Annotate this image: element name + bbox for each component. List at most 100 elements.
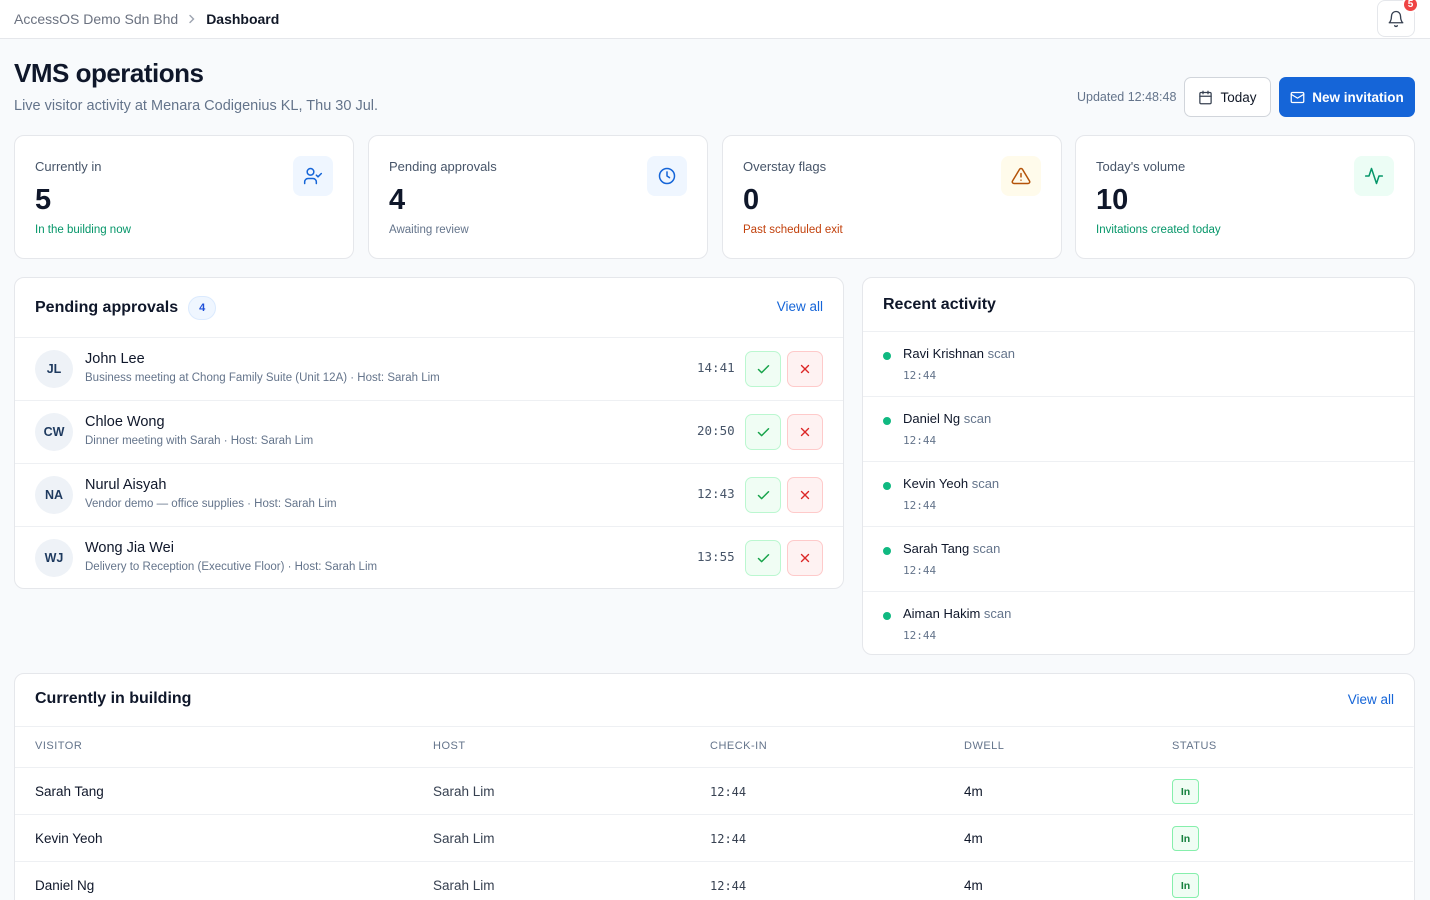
stat-card-pending-approvals[interactable]: Pending approvals 4 Awaiting review <box>368 135 708 259</box>
page-subtitle: Live visitor activity at Menara Codigeni… <box>14 98 379 114</box>
activity-item[interactable]: Aiman Hakim scan 12:44 <box>863 591 1414 656</box>
reject-button[interactable] <box>787 414 823 450</box>
activity-person: Daniel Ng <box>903 411 961 426</box>
activity-person: Kevin Yeoh <box>903 476 969 491</box>
currently-in-building-title: Currently in building <box>35 690 192 707</box>
pending-row[interactable]: NA Nurul Aisyah Vendor demo — office sup… <box>15 463 843 526</box>
close-icon <box>798 551 812 565</box>
close-icon <box>798 425 812 439</box>
activity-time: 12:44 <box>903 564 937 577</box>
reject-button[interactable] <box>787 540 823 576</box>
stat-label: Pending approvals <box>389 159 497 174</box>
stat-note: Awaiting review <box>389 224 469 236</box>
activity-item[interactable]: Kevin Yeoh scan 12:44 <box>863 461 1414 526</box>
check-icon <box>756 551 771 566</box>
stat-value: 0 <box>743 184 760 216</box>
pending-view-all-link[interactable]: View all <box>777 299 823 314</box>
divider <box>15 726 1414 727</box>
breadcrumb-org[interactable]: AccessOS Demo Sdn Bhd <box>14 11 178 27</box>
today-button-label: Today <box>1220 89 1257 105</box>
table-row[interactable]: Daniel Ng Sarah Lim 12:44 4m In <box>15 861 1413 900</box>
stat-label: Today's volume <box>1096 159 1186 174</box>
activity-item[interactable]: Sarah Tang scan 12:44 <box>863 526 1414 591</box>
top-bar: AccessOS Demo Sdn Bhd Dashboard 5 <box>0 0 1430 39</box>
activity-item[interactable]: Ravi Krishnan scan 12:44 <box>863 331 1414 396</box>
pending-time: 20:50 <box>697 423 735 438</box>
today-button[interactable]: Today <box>1184 77 1271 117</box>
activity-item[interactable]: Daniel Ng scan 12:44 <box>863 396 1414 461</box>
column-header-status: Status <box>1172 740 1217 752</box>
close-icon <box>798 488 812 502</box>
approve-button[interactable] <box>745 477 781 513</box>
column-header-checkin: Check-in <box>710 740 768 752</box>
status-badge: In <box>1172 779 1199 804</box>
activity-type: scan <box>987 346 1016 361</box>
activity-time: 12:44 <box>903 434 937 447</box>
check-icon <box>756 425 771 440</box>
building-view-all-link[interactable]: View all <box>1348 692 1394 707</box>
host-name: Sarah Lim <box>433 831 495 846</box>
pending-visit-description: Dinner meeting with Sarah · Host: Sarah … <box>85 435 314 447</box>
activity-time: 12:44 <box>903 499 937 512</box>
stat-note: Invitations created today <box>1096 224 1221 236</box>
stat-note: In the building now <box>35 224 131 236</box>
updated-timestamp: Updated 12:48:48 <box>1077 90 1177 104</box>
pending-row[interactable]: CW Chloe Wong Dinner meeting with Sarah … <box>15 400 843 463</box>
reject-button[interactable] <box>787 351 823 387</box>
pending-visit-description: Vendor demo — office supplies · Host: Sa… <box>85 498 337 510</box>
stat-card-overstay-flags[interactable]: Overstay flags 0 Past scheduled exit <box>722 135 1062 259</box>
status-dot <box>883 417 891 425</box>
host-name: Sarah Lim <box>433 784 495 799</box>
column-header-dwell: Dwell <box>964 740 1005 752</box>
stat-card-todays-volume[interactable]: Today's volume 10 Invitations created to… <box>1075 135 1415 259</box>
notification-count-badge: 5 <box>1402 0 1419 13</box>
breadcrumb-current: Dashboard <box>206 11 280 27</box>
mail-icon <box>1290 90 1305 105</box>
pending-visitor-name: Chloe Wong <box>85 414 165 430</box>
column-header-visitor: Visitor <box>35 740 83 752</box>
activity-time: 12:44 <box>903 629 937 642</box>
activity-type: scan <box>983 606 1012 621</box>
activity-text: Daniel Ng scan <box>903 411 991 426</box>
pending-visit-description: Business meeting at Chong Family Suite (… <box>85 372 440 384</box>
approve-button[interactable] <box>745 351 781 387</box>
stat-card-currently-in[interactable]: Currently in 5 In the building now <box>14 135 354 259</box>
pending-visitor-name: Nurul Aisyah <box>85 477 167 493</box>
approve-button[interactable] <box>745 414 781 450</box>
activity-text: Kevin Yeoh scan <box>903 476 999 491</box>
pending-time: 12:43 <box>697 486 735 501</box>
approve-button[interactable] <box>745 540 781 576</box>
activity-time: 12:44 <box>903 369 937 382</box>
bell-icon <box>1387 10 1405 28</box>
currently-in-building-panel: Currently in building View all Visitor H… <box>14 673 1415 900</box>
checkin-time: 12:44 <box>710 785 747 799</box>
close-icon <box>798 362 812 376</box>
activity-person: Sarah Tang <box>903 541 970 556</box>
new-invitation-button[interactable]: New invitation <box>1279 77 1415 117</box>
status-badge: In <box>1172 873 1199 898</box>
column-header-host: Host <box>433 740 466 752</box>
pending-visit-description: Delivery to Reception (Executive Floor) … <box>85 561 378 573</box>
stat-value: 5 <box>35 184 52 216</box>
stat-note: Past scheduled exit <box>743 224 843 236</box>
pending-visitor-name: John Lee <box>85 351 145 367</box>
reject-button[interactable] <box>787 477 823 513</box>
activity-text: Aiman Hakim scan <box>903 606 1011 621</box>
activity-icon <box>1354 156 1394 196</box>
avatar: NA <box>35 476 73 514</box>
pending-count-badge: 4 <box>188 296 217 320</box>
stat-label: Overstay flags <box>743 159 827 174</box>
stat-label: Currently in <box>35 159 102 174</box>
table-row[interactable]: Sarah Tang Sarah Lim 12:44 4m In <box>15 767 1413 814</box>
pending-time: 13:55 <box>697 549 735 564</box>
pending-row[interactable]: JL John Lee Business meeting at Chong Fa… <box>15 337 843 400</box>
pending-time: 14:41 <box>697 360 735 375</box>
table-row[interactable]: Kevin Yeoh Sarah Lim 12:44 4m In <box>15 814 1413 861</box>
avatar: JL <box>35 350 73 388</box>
activity-type: scan <box>972 541 1001 556</box>
warning-icon <box>1001 156 1041 196</box>
activity-person: Ravi Krishnan <box>903 346 984 361</box>
avatar: CW <box>35 413 73 451</box>
notifications-button[interactable]: 5 <box>1377 0 1419 37</box>
pending-row[interactable]: WJ Wong Jia Wei Delivery to Reception (E… <box>15 526 843 589</box>
